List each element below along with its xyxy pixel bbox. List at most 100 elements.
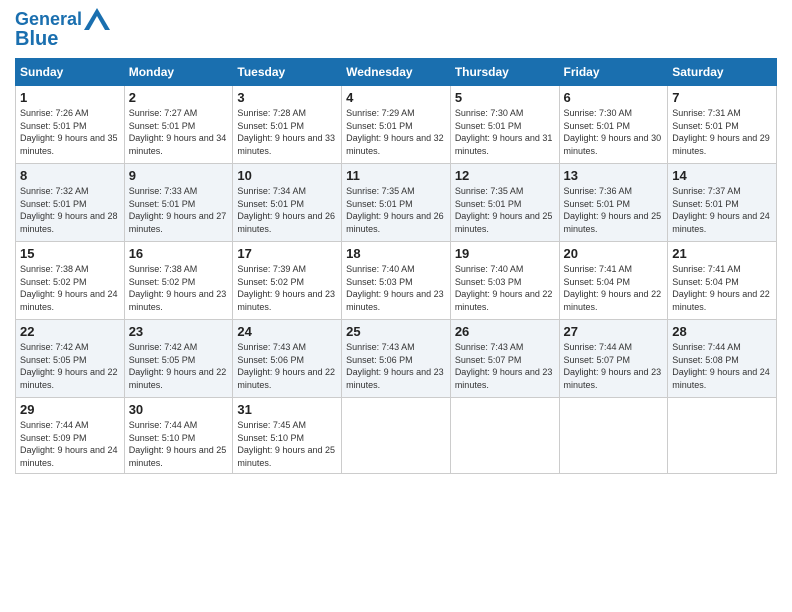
- day-number: 9: [129, 168, 229, 183]
- col-header-tuesday: Tuesday: [233, 59, 342, 86]
- day-info: Sunrise: 7:39 AMSunset: 5:02 PMDaylight:…: [237, 264, 335, 312]
- day-info: Sunrise: 7:33 AMSunset: 5:01 PMDaylight:…: [129, 186, 227, 234]
- calendar-cell: 25 Sunrise: 7:43 AMSunset: 5:06 PMDaylig…: [342, 320, 451, 398]
- calendar-cell: 11 Sunrise: 7:35 AMSunset: 5:01 PMDaylig…: [342, 164, 451, 242]
- calendar-cell: 5 Sunrise: 7:30 AMSunset: 5:01 PMDayligh…: [450, 86, 559, 164]
- day-info: Sunrise: 7:32 AMSunset: 5:01 PMDaylight:…: [20, 186, 118, 234]
- day-info: Sunrise: 7:37 AMSunset: 5:01 PMDaylight:…: [672, 186, 770, 234]
- day-number: 19: [455, 246, 555, 261]
- day-number: 28: [672, 324, 772, 339]
- day-info: Sunrise: 7:31 AMSunset: 5:01 PMDaylight:…: [672, 108, 770, 156]
- day-info: Sunrise: 7:40 AMSunset: 5:03 PMDaylight:…: [455, 264, 553, 312]
- day-number: 20: [564, 246, 664, 261]
- logo-text-blue: Blue: [15, 28, 58, 50]
- day-info: Sunrise: 7:43 AMSunset: 5:06 PMDaylight:…: [237, 342, 335, 390]
- col-header-wednesday: Wednesday: [342, 59, 451, 86]
- day-number: 14: [672, 168, 772, 183]
- day-number: 26: [455, 324, 555, 339]
- calendar-cell: [342, 398, 451, 474]
- calendar-cell: 18 Sunrise: 7:40 AMSunset: 5:03 PMDaylig…: [342, 242, 451, 320]
- calendar-cell: 31 Sunrise: 7:45 AMSunset: 5:10 PMDaylig…: [233, 398, 342, 474]
- day-info: Sunrise: 7:44 AMSunset: 5:09 PMDaylight:…: [20, 420, 118, 468]
- calendar-cell: 30 Sunrise: 7:44 AMSunset: 5:10 PMDaylig…: [124, 398, 233, 474]
- calendar-cell: 16 Sunrise: 7:38 AMSunset: 5:02 PMDaylig…: [124, 242, 233, 320]
- day-info: Sunrise: 7:43 AMSunset: 5:07 PMDaylight:…: [455, 342, 553, 390]
- day-info: Sunrise: 7:43 AMSunset: 5:06 PMDaylight:…: [346, 342, 444, 390]
- calendar-cell: [559, 398, 668, 474]
- calendar-week-row: 22 Sunrise: 7:42 AMSunset: 5:05 PMDaylig…: [16, 320, 777, 398]
- day-number: 18: [346, 246, 446, 261]
- calendar-week-row: 8 Sunrise: 7:32 AMSunset: 5:01 PMDayligh…: [16, 164, 777, 242]
- day-number: 16: [129, 246, 229, 261]
- day-number: 11: [346, 168, 446, 183]
- day-info: Sunrise: 7:44 AMSunset: 5:07 PMDaylight:…: [564, 342, 662, 390]
- day-info: Sunrise: 7:38 AMSunset: 5:02 PMDaylight:…: [20, 264, 118, 312]
- calendar-cell: 6 Sunrise: 7:30 AMSunset: 5:01 PMDayligh…: [559, 86, 668, 164]
- calendar-week-row: 1 Sunrise: 7:26 AMSunset: 5:01 PMDayligh…: [16, 86, 777, 164]
- logo: General Blue: [15, 10, 110, 50]
- day-info: Sunrise: 7:40 AMSunset: 5:03 PMDaylight:…: [346, 264, 444, 312]
- calendar-cell: 10 Sunrise: 7:34 AMSunset: 5:01 PMDaylig…: [233, 164, 342, 242]
- calendar-cell: [668, 398, 777, 474]
- logo-text-general: General: [15, 10, 82, 30]
- calendar-cell: 28 Sunrise: 7:44 AMSunset: 5:08 PMDaylig…: [668, 320, 777, 398]
- calendar-cell: 17 Sunrise: 7:39 AMSunset: 5:02 PMDaylig…: [233, 242, 342, 320]
- col-header-sunday: Sunday: [16, 59, 125, 86]
- day-info: Sunrise: 7:27 AMSunset: 5:01 PMDaylight:…: [129, 108, 227, 156]
- day-number: 17: [237, 246, 337, 261]
- col-header-monday: Monday: [124, 59, 233, 86]
- calendar-week-row: 29 Sunrise: 7:44 AMSunset: 5:09 PMDaylig…: [16, 398, 777, 474]
- calendar-cell: 24 Sunrise: 7:43 AMSunset: 5:06 PMDaylig…: [233, 320, 342, 398]
- day-info: Sunrise: 7:30 AMSunset: 5:01 PMDaylight:…: [564, 108, 662, 156]
- day-number: 4: [346, 90, 446, 105]
- calendar-cell: 1 Sunrise: 7:26 AMSunset: 5:01 PMDayligh…: [16, 86, 125, 164]
- day-number: 25: [346, 324, 446, 339]
- calendar-cell: 15 Sunrise: 7:38 AMSunset: 5:02 PMDaylig…: [16, 242, 125, 320]
- day-number: 6: [564, 90, 664, 105]
- day-info: Sunrise: 7:42 AMSunset: 5:05 PMDaylight:…: [129, 342, 227, 390]
- day-number: 22: [20, 324, 120, 339]
- calendar-cell: 13 Sunrise: 7:36 AMSunset: 5:01 PMDaylig…: [559, 164, 668, 242]
- day-number: 12: [455, 168, 555, 183]
- day-info: Sunrise: 7:34 AMSunset: 5:01 PMDaylight:…: [237, 186, 335, 234]
- calendar-cell: 20 Sunrise: 7:41 AMSunset: 5:04 PMDaylig…: [559, 242, 668, 320]
- day-info: Sunrise: 7:26 AMSunset: 5:01 PMDaylight:…: [20, 108, 118, 156]
- logo-icon: [84, 8, 110, 30]
- day-number: 10: [237, 168, 337, 183]
- day-number: 24: [237, 324, 337, 339]
- calendar-cell: 26 Sunrise: 7:43 AMSunset: 5:07 PMDaylig…: [450, 320, 559, 398]
- calendar-cell: 14 Sunrise: 7:37 AMSunset: 5:01 PMDaylig…: [668, 164, 777, 242]
- day-number: 21: [672, 246, 772, 261]
- day-info: Sunrise: 7:36 AMSunset: 5:01 PMDaylight:…: [564, 186, 662, 234]
- calendar-cell: 12 Sunrise: 7:35 AMSunset: 5:01 PMDaylig…: [450, 164, 559, 242]
- day-number: 27: [564, 324, 664, 339]
- calendar-cell: 9 Sunrise: 7:33 AMSunset: 5:01 PMDayligh…: [124, 164, 233, 242]
- calendar-cell: 8 Sunrise: 7:32 AMSunset: 5:01 PMDayligh…: [16, 164, 125, 242]
- day-info: Sunrise: 7:35 AMSunset: 5:01 PMDaylight:…: [455, 186, 553, 234]
- calendar-cell: 4 Sunrise: 7:29 AMSunset: 5:01 PMDayligh…: [342, 86, 451, 164]
- day-info: Sunrise: 7:28 AMSunset: 5:01 PMDaylight:…: [237, 108, 335, 156]
- day-number: 15: [20, 246, 120, 261]
- calendar-cell: 27 Sunrise: 7:44 AMSunset: 5:07 PMDaylig…: [559, 320, 668, 398]
- day-number: 2: [129, 90, 229, 105]
- day-number: 29: [20, 402, 120, 417]
- calendar-cell: [450, 398, 559, 474]
- day-info: Sunrise: 7:38 AMSunset: 5:02 PMDaylight:…: [129, 264, 227, 312]
- calendar-cell: 19 Sunrise: 7:40 AMSunset: 5:03 PMDaylig…: [450, 242, 559, 320]
- day-number: 5: [455, 90, 555, 105]
- calendar-cell: 29 Sunrise: 7:44 AMSunset: 5:09 PMDaylig…: [16, 398, 125, 474]
- day-number: 8: [20, 168, 120, 183]
- day-number: 13: [564, 168, 664, 183]
- col-header-saturday: Saturday: [668, 59, 777, 86]
- day-info: Sunrise: 7:41 AMSunset: 5:04 PMDaylight:…: [672, 264, 770, 312]
- day-number: 31: [237, 402, 337, 417]
- calendar-cell: 22 Sunrise: 7:42 AMSunset: 5:05 PMDaylig…: [16, 320, 125, 398]
- col-header-friday: Friday: [559, 59, 668, 86]
- page-container: General Blue SundayMondayTuesdayWednesda…: [0, 0, 792, 484]
- calendar-week-row: 15 Sunrise: 7:38 AMSunset: 5:02 PMDaylig…: [16, 242, 777, 320]
- day-info: Sunrise: 7:45 AMSunset: 5:10 PMDaylight:…: [237, 420, 335, 468]
- col-header-thursday: Thursday: [450, 59, 559, 86]
- day-info: Sunrise: 7:42 AMSunset: 5:05 PMDaylight:…: [20, 342, 118, 390]
- day-info: Sunrise: 7:44 AMSunset: 5:08 PMDaylight:…: [672, 342, 770, 390]
- page-header: General Blue: [15, 10, 777, 50]
